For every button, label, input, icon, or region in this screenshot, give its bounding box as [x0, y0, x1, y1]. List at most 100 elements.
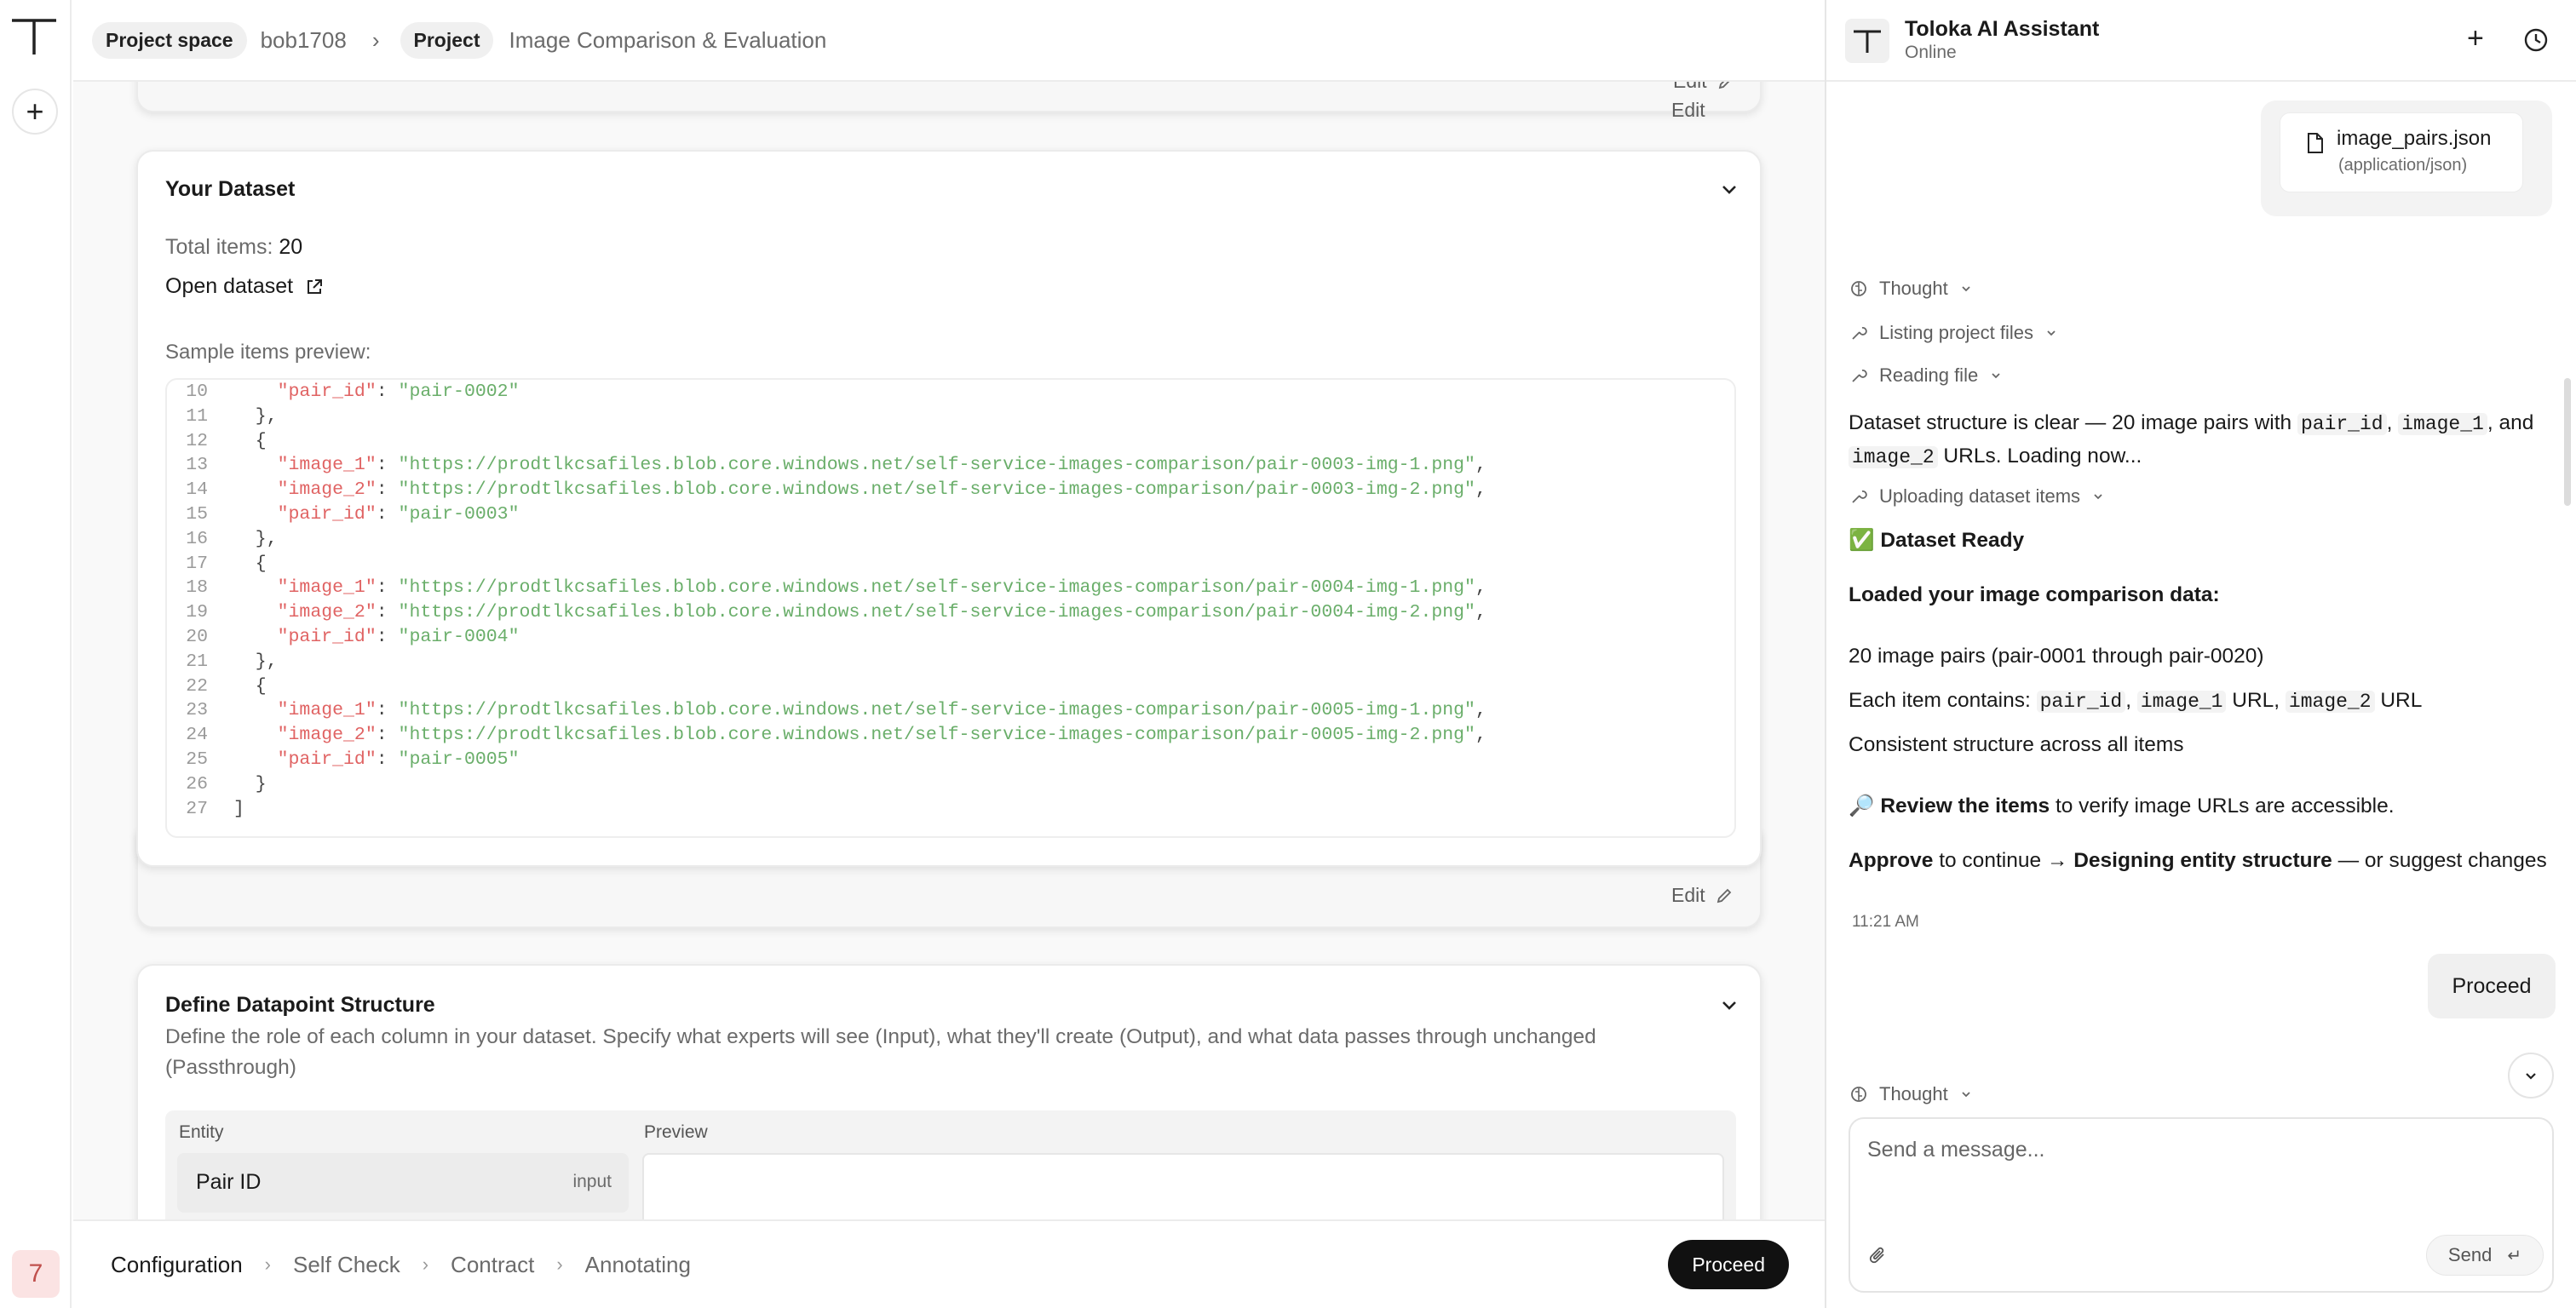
panel-scrollbar[interactable] [2564, 378, 2571, 506]
code-token: "image_2" [277, 479, 377, 501]
thought-toggle[interactable]: Thought [1850, 278, 1972, 300]
line-number: 13 [186, 455, 208, 476]
code-token: : [376, 627, 399, 647]
proceed-button[interactable]: Proceed [1668, 1240, 1789, 1289]
code-token: "pair_id" [277, 382, 377, 402]
line-number: 14 [186, 479, 208, 501]
review-bold: Review the items [1880, 795, 2050, 818]
msg-text: URL [2374, 689, 2423, 712]
tool-uploading-toggle[interactable]: Uploading dataset items [1850, 485, 2104, 508]
code-text: }, [208, 651, 278, 676]
code-token: , [1475, 577, 1486, 599]
toloka-logo-icon[interactable] [10, 15, 58, 56]
chevron-down-icon [1962, 1092, 1970, 1098]
history-clock-icon[interactable] [2523, 27, 2549, 53]
code-token: "pair-0002" [398, 382, 520, 402]
approve-line: Approve to continue → Designing entity s… [1849, 845, 2547, 876]
code-token: "image_2" [277, 725, 377, 746]
ready-title: Dataset Ready [1880, 529, 2025, 552]
pencil-icon [1718, 82, 1729, 89]
new-project-button[interactable]: + [12, 89, 58, 135]
entity-row[interactable]: Pair ID input [177, 1153, 629, 1213]
code-line: 17 { [167, 554, 267, 578]
previous-edit-link[interactable]: Edit [1673, 82, 1734, 93]
message-input[interactable] [1867, 1138, 2532, 1162]
step-contract[interactable]: Contract [451, 1252, 534, 1278]
msg-text: URLs. Loading now... [1937, 445, 2142, 468]
code-token: }, [233, 651, 278, 672]
chevron-down-icon [1962, 286, 1970, 292]
project-name[interactable]: Image Comparison & Evaluation [509, 27, 826, 54]
code-preview[interactable]: 10 "pair_id": "pair-0002" 11 }, 12 {13 "im… [165, 378, 1736, 838]
line-number: 26 [186, 773, 208, 795]
code-token: { [233, 430, 267, 451]
chevron-right-icon: › [264, 1254, 271, 1275]
open-dataset-link[interactable]: Open dataset [165, 274, 324, 299]
assistant-message-1: Dataset structure is clear — 20 image pa… [1849, 407, 2547, 473]
approve-bold2: Designing entity structure [2073, 849, 2332, 872]
message-composer: Send ↵ [1849, 1117, 2554, 1293]
code-token: : [376, 602, 399, 623]
line-number: 23 [186, 700, 208, 721]
approve-rest: — or suggest changes [2332, 849, 2547, 872]
code-token: : [376, 725, 399, 746]
msg-text: Dataset structure is clear — 20 image pa… [1849, 411, 2297, 434]
line-number: 20 [186, 627, 208, 647]
paperclip-icon[interactable] [1869, 1245, 1888, 1265]
tool-reading-toggle[interactable]: Reading file [1850, 364, 2002, 387]
scroll-down-button[interactable] [2508, 1053, 2554, 1099]
edit-label: Edit [1673, 82, 1707, 93]
code-text: "pair_id": "pair-0003" [208, 504, 520, 529]
chevron-down-icon [2047, 330, 2056, 336]
line-pairs: 20 image pairs (pair-0001 through pair-0… [1849, 645, 2264, 668]
project-space-name[interactable]: bob1708 [261, 27, 347, 54]
step-annotating[interactable]: Annotating [585, 1252, 691, 1278]
chevron-right-icon: › [422, 1254, 429, 1275]
code-token: { [233, 553, 267, 574]
chevron-down-icon[interactable] [1719, 179, 1739, 199]
step-configuration[interactable]: Configuration [111, 1252, 243, 1278]
code-text: "pair_id": "pair-0002" [208, 382, 520, 406]
code-line: 13 "image_1": "https://prodtlkcsafiles.b… [167, 455, 1486, 479]
tool-uploading-label: Uploading dataset items [1879, 485, 2081, 507]
code-token: "https://prodtlkcsafiles.blob.core.windo… [398, 725, 1475, 746]
code-token: ] [233, 798, 244, 819]
msg-code: image_1 [2136, 691, 2227, 713]
send-button[interactable]: Send ↵ [2426, 1235, 2544, 1276]
project-pill: Project [400, 21, 494, 59]
dataset-edit-button[interactable]: Edit [1671, 884, 1733, 907]
chevron-down-icon[interactable] [1719, 995, 1739, 1015]
step-self-check[interactable]: Self Check [293, 1252, 400, 1278]
code-token: : [376, 504, 399, 525]
previous-edit-button[interactable]: Edit [1671, 99, 1705, 121]
external-link-icon [308, 278, 323, 294]
line-number: 11 [186, 405, 208, 427]
pencil-icon [1716, 888, 1731, 903]
thought-toggle-2[interactable]: Thought [1850, 1083, 1972, 1105]
entity-table: Entity Preview Pair ID input [165, 1110, 1736, 1219]
tool-listing-toggle[interactable]: Listing project files [1850, 322, 2057, 344]
line-number: 27 [186, 798, 208, 819]
code-text: "image_2": "https://prodtlkcsafiles.blob… [208, 479, 1486, 504]
code-text: }, [208, 406, 278, 431]
avatar[interactable]: 7 [12, 1250, 60, 1298]
code-line: 12 { [167, 431, 267, 456]
code-line: 22 { [167, 676, 267, 701]
file-attachment[interactable]: image_pairs.json (application/json) [2280, 112, 2523, 192]
enter-key-icon: ↵ [2507, 1246, 2522, 1265]
left-rail: + 7 [0, 0, 72, 1308]
new-chat-button[interactable]: + [2467, 24, 2484, 53]
chevron-right-icon: › [556, 1254, 563, 1275]
brain-icon [1851, 281, 1866, 296]
line-number: 24 [186, 725, 208, 746]
toloka-logo-icon [1845, 19, 1889, 63]
code-token: "image_2" [277, 602, 377, 623]
line-number: 21 [186, 651, 208, 672]
approve-bold: Approve [1849, 849, 1934, 872]
